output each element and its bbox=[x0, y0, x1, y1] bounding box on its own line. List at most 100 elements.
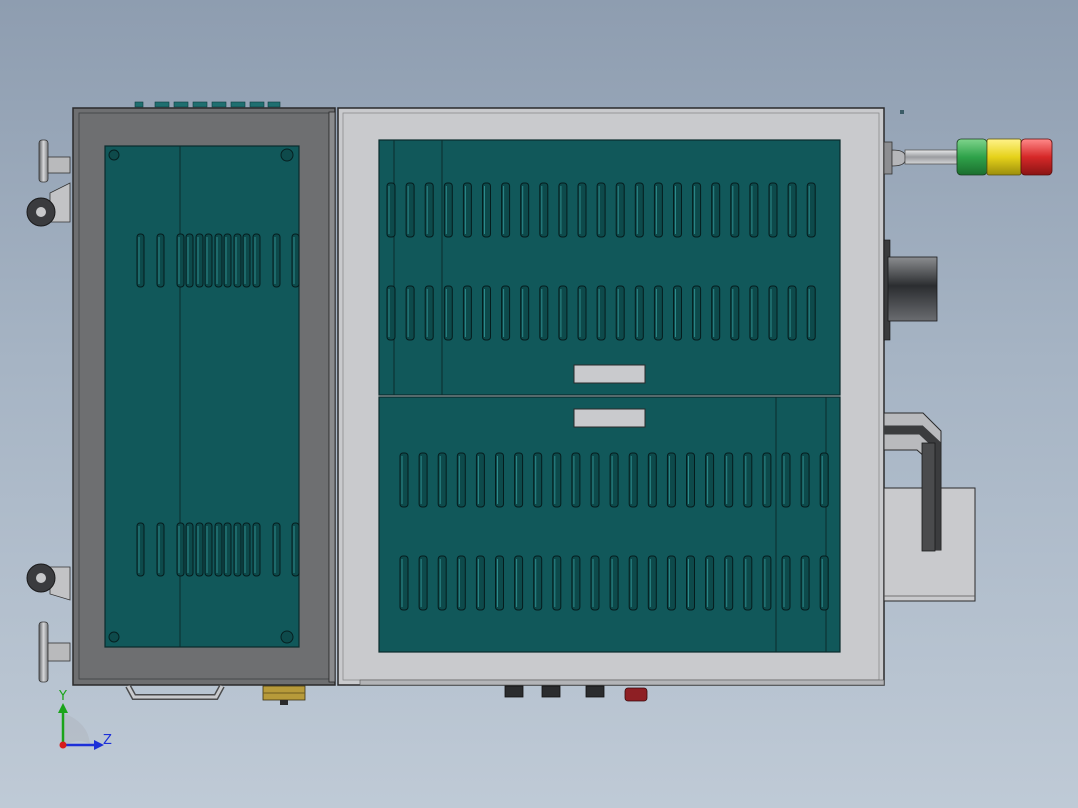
lower-panel-label-plate bbox=[573, 408, 646, 428]
vent-slot bbox=[424, 285, 434, 341]
knob bbox=[585, 685, 605, 698]
leveling-foot-top bbox=[38, 139, 71, 183]
side-bracket bbox=[883, 412, 976, 602]
vent-slot bbox=[482, 182, 491, 238]
vent-slot bbox=[577, 285, 587, 341]
vent-slot bbox=[615, 182, 625, 238]
vent-slot bbox=[819, 555, 829, 611]
vent-slot bbox=[615, 285, 625, 341]
knob bbox=[541, 685, 561, 698]
vent-slot bbox=[768, 182, 778, 238]
upper-access-panel[interactable] bbox=[378, 139, 841, 396]
vent-slot bbox=[501, 182, 511, 238]
vent-slot bbox=[628, 452, 638, 508]
vent-slot bbox=[176, 522, 185, 577]
panel-screw-icon bbox=[280, 148, 294, 162]
vent-slot bbox=[787, 285, 797, 341]
vent-slot bbox=[749, 285, 759, 341]
vent-slot bbox=[730, 182, 740, 238]
right-cabinet[interactable] bbox=[337, 107, 885, 686]
vent-slot bbox=[495, 452, 504, 508]
vent-slot bbox=[214, 522, 223, 577]
vent-slot bbox=[558, 182, 568, 238]
vent-slot bbox=[539, 285, 549, 341]
vent-slot bbox=[590, 555, 600, 611]
vent-slot bbox=[156, 522, 165, 577]
vent-slot bbox=[185, 233, 194, 288]
tower-light bbox=[883, 110, 1053, 176]
knob bbox=[504, 685, 524, 698]
lower-access-panel[interactable] bbox=[378, 396, 841, 653]
vent-slot bbox=[242, 522, 251, 577]
vent-slot bbox=[609, 452, 619, 508]
vent-slot bbox=[482, 285, 491, 341]
vent-slot bbox=[590, 452, 600, 508]
cad-scene[interactable]: Y Z bbox=[0, 0, 1078, 808]
vent-slot bbox=[399, 555, 409, 611]
vent-slot bbox=[233, 522, 242, 577]
cable-gland bbox=[262, 685, 306, 705]
vent-slot bbox=[628, 555, 638, 611]
vent-slot bbox=[252, 233, 261, 288]
vent-slot bbox=[724, 555, 734, 611]
vent-slot bbox=[781, 452, 791, 508]
vent-slot bbox=[195, 233, 204, 288]
vent-slot bbox=[223, 522, 232, 577]
vent-slot bbox=[405, 285, 415, 341]
vent-slot bbox=[136, 233, 145, 288]
vent-slot bbox=[743, 452, 753, 508]
vent-slot bbox=[571, 555, 581, 611]
panel-screw-icon bbox=[108, 631, 120, 643]
y-axis-label: Y bbox=[58, 689, 67, 704]
vent-slot bbox=[514, 555, 524, 611]
vent-slot bbox=[437, 452, 447, 508]
vent-slot bbox=[552, 452, 562, 508]
vent-slot bbox=[552, 555, 562, 611]
vent-slot bbox=[291, 233, 300, 288]
vent-slot bbox=[609, 555, 619, 611]
vent-slot bbox=[762, 452, 772, 508]
upper-panel-label-plate bbox=[573, 364, 646, 384]
side-motor bbox=[883, 239, 938, 341]
vent-slot bbox=[176, 233, 185, 288]
z-axis-label: Z bbox=[103, 733, 112, 748]
vent-slot bbox=[673, 182, 682, 238]
caster-wheel-top bbox=[26, 182, 71, 227]
vent-slot bbox=[462, 285, 472, 341]
vent-slot bbox=[800, 555, 810, 611]
vent-slot bbox=[692, 182, 702, 238]
vent-slot bbox=[819, 452, 829, 508]
vent-slot bbox=[596, 182, 606, 238]
vent-slot bbox=[558, 285, 568, 341]
vent-slot bbox=[711, 182, 721, 238]
left-cabinet[interactable] bbox=[72, 107, 336, 686]
vent-slot bbox=[634, 182, 644, 238]
vent-slot bbox=[730, 285, 740, 341]
vent-slot bbox=[666, 452, 676, 508]
vent-slot bbox=[533, 555, 543, 611]
tower-light-red bbox=[1020, 138, 1053, 176]
vent-slot bbox=[711, 285, 721, 341]
vent-slot bbox=[806, 285, 816, 341]
vent-slot bbox=[673, 285, 682, 341]
vent-slot bbox=[634, 285, 644, 341]
vent-slot bbox=[762, 555, 772, 611]
vent-slot bbox=[743, 555, 753, 611]
vent-slot bbox=[272, 522, 281, 577]
vent-slot bbox=[252, 522, 261, 577]
vent-slot bbox=[405, 182, 415, 238]
vent-slot bbox=[571, 452, 581, 508]
vent-slot bbox=[787, 182, 797, 238]
vent-slot bbox=[443, 182, 453, 238]
vent-slot bbox=[495, 555, 504, 611]
vent-slot bbox=[724, 452, 734, 508]
top-vent-marks bbox=[134, 101, 281, 108]
vent-slot bbox=[577, 182, 587, 238]
vent-slot bbox=[156, 233, 165, 288]
vent-slot bbox=[666, 555, 676, 611]
vent-slot bbox=[195, 522, 204, 577]
vent-slot bbox=[520, 285, 530, 341]
vent-slot bbox=[242, 233, 251, 288]
vent-slot bbox=[214, 233, 223, 288]
panel-screw-icon bbox=[280, 630, 294, 644]
